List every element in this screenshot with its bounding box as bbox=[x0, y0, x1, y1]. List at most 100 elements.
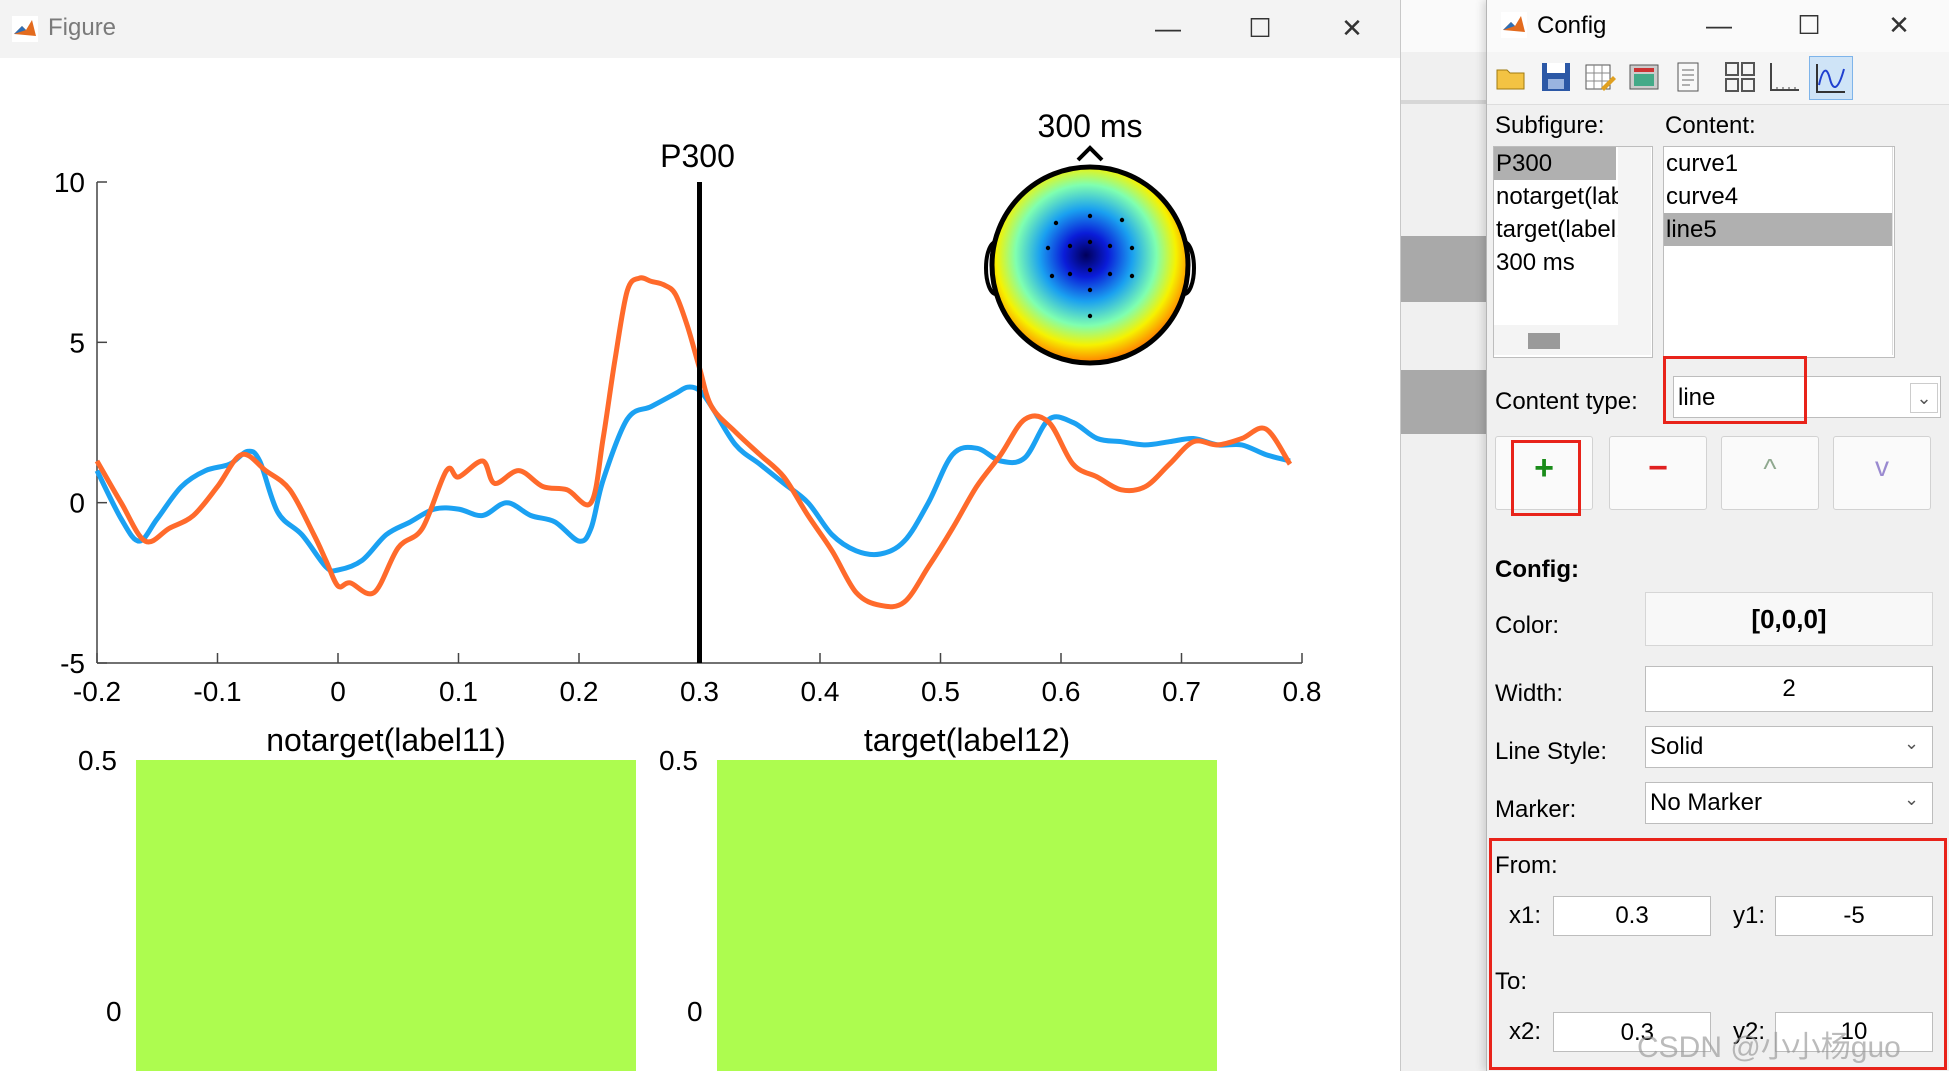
chevron-up-icon: ^ bbox=[1763, 453, 1777, 484]
config-window-title: Config bbox=[1537, 12, 1607, 39]
content-item[interactable]: line5 bbox=[1664, 213, 1892, 246]
document-icon[interactable] bbox=[1671, 60, 1705, 94]
head-outline bbox=[989, 164, 1191, 366]
electrode-dot bbox=[1107, 271, 1113, 277]
width-label: Width: bbox=[1495, 680, 1564, 707]
x-tick-label: -0.1 bbox=[193, 676, 241, 707]
subfigure-scrollbar-horizontal[interactable] bbox=[1494, 325, 1618, 355]
maximize-button[interactable]: ☐ bbox=[1789, 5, 1829, 45]
close-button[interactable]: ✕ bbox=[1332, 8, 1372, 48]
save-icon[interactable] bbox=[1539, 60, 1573, 94]
electrode-dot bbox=[1087, 213, 1093, 219]
x-tick-label: 0.4 bbox=[801, 676, 840, 707]
minimize-button[interactable]: — bbox=[1148, 8, 1188, 48]
target-panel-title: target(label12) bbox=[863, 722, 1071, 758]
line-style-dropdown[interactable]: Solid ⌄ bbox=[1645, 726, 1933, 768]
chevron-down-icon: ⌄ bbox=[1904, 733, 1920, 753]
electrode-dot bbox=[1087, 287, 1093, 293]
marker-value: No Marker bbox=[1650, 789, 1763, 816]
subfigure-item[interactable]: notarget(label11) bbox=[1494, 180, 1618, 213]
watermark-text: CSDN @小小杨guo bbox=[1637, 1031, 1901, 1064]
move-up-button[interactable]: ^ bbox=[1721, 436, 1819, 510]
target-bar-fill bbox=[717, 760, 1217, 1071]
content-label: Content: bbox=[1665, 112, 1756, 139]
electrode-dot bbox=[1087, 239, 1093, 245]
electrode-dot bbox=[1087, 313, 1093, 319]
bg-titlebar bbox=[1401, 0, 1496, 52]
topomap-300ms[interactable] bbox=[980, 140, 1200, 380]
minus-icon: − bbox=[1648, 449, 1668, 487]
x-tick-label: 0.6 bbox=[1042, 676, 1081, 707]
target-y-tick-bottom: 0 bbox=[687, 996, 703, 1027]
subfigure-item[interactable]: P300 bbox=[1494, 147, 1616, 180]
x-tick-label: 0.5 bbox=[921, 676, 960, 707]
subfigure-item[interactable]: 300 ms bbox=[1494, 246, 1618, 279]
x-tick-label: 0.3 bbox=[680, 676, 719, 707]
move-down-button[interactable]: v bbox=[1833, 436, 1931, 510]
content-item[interactable]: curve1 bbox=[1664, 147, 1892, 180]
config-heading: Config: bbox=[1495, 556, 1579, 583]
maximize-button[interactable]: ☐ bbox=[1240, 8, 1280, 48]
matlab-logo-icon bbox=[1501, 12, 1527, 38]
notarget-panel-area[interactable] bbox=[136, 760, 636, 1071]
close-button[interactable]: ✕ bbox=[1879, 5, 1919, 45]
electrode-dot bbox=[1119, 217, 1125, 223]
chevron-down-icon: ⌄ bbox=[1904, 789, 1920, 809]
marker-dropdown[interactable]: No Marker ⌄ bbox=[1645, 782, 1933, 824]
scrollbar-thumb[interactable] bbox=[1528, 333, 1560, 349]
subfigure-label: Subfigure: bbox=[1495, 112, 1605, 139]
y-tick-label: 5 bbox=[69, 327, 85, 358]
content-scrollbar-edge bbox=[1892, 147, 1893, 355]
topomap-title: 300 ms bbox=[1037, 108, 1143, 144]
config-window: Config — ☐ ✕ Subfigure: P300 notarget(la… bbox=[1486, 0, 1949, 1071]
layout-grid-icon[interactable] bbox=[1723, 60, 1757, 94]
matlab-logo-icon bbox=[12, 16, 38, 42]
subfigure-listbox[interactable]: P300 notarget(label11) target(label12) 3… bbox=[1493, 146, 1653, 358]
electrode-dot bbox=[1049, 273, 1055, 279]
marker-label: Marker: bbox=[1495, 796, 1577, 823]
line-style-label: Line Style: bbox=[1495, 738, 1608, 765]
minimize-button[interactable]: — bbox=[1699, 5, 1739, 45]
x-tick-label: 0.2 bbox=[560, 676, 599, 707]
line-style-value: Solid bbox=[1650, 733, 1704, 760]
electrode-dot bbox=[1053, 220, 1059, 226]
curve-plot-icon bbox=[1816, 64, 1845, 93]
electrode-dot bbox=[1107, 243, 1113, 249]
electrode-dot bbox=[1045, 245, 1051, 251]
config-toolbar bbox=[1487, 52, 1949, 105]
color-label: Color: bbox=[1495, 612, 1560, 639]
bg-gray-bar-bottom bbox=[1401, 370, 1496, 434]
edit-grid-icon[interactable] bbox=[1583, 60, 1617, 94]
y-tick-label: 0 bbox=[69, 488, 85, 519]
background-window-strip bbox=[1401, 0, 1496, 1071]
export-icon[interactable] bbox=[1627, 60, 1661, 94]
config-titlebar: Config — ☐ ✕ bbox=[1487, 0, 1949, 52]
content-listbox[interactable]: curve1 curve4 line5 bbox=[1663, 146, 1895, 358]
axes-icon[interactable] bbox=[1767, 60, 1801, 94]
remove-content-button[interactable]: − bbox=[1609, 436, 1707, 510]
x-tick-label: 0.7 bbox=[1162, 676, 1201, 707]
y-tick-label: -5 bbox=[60, 648, 85, 679]
color-picker-button[interactable]: [0,0,0] bbox=[1645, 592, 1933, 646]
electrode-dot bbox=[1087, 267, 1093, 273]
nose-shape bbox=[1076, 145, 1104, 162]
notarget-bar-fill bbox=[136, 760, 636, 1071]
x-tick-label: 0.8 bbox=[1283, 676, 1322, 707]
open-folder-icon[interactable] bbox=[1495, 60, 1529, 94]
notarget-y-tick-top: 0.5 bbox=[78, 745, 117, 776]
subfigure-scrollbar-vertical[interactable] bbox=[1618, 147, 1651, 355]
bg-gray-bar-top bbox=[1401, 236, 1496, 302]
curve-plot-button[interactable] bbox=[1809, 56, 1853, 100]
electrode-dot bbox=[1129, 273, 1135, 279]
chevron-down-icon: v bbox=[1875, 451, 1889, 482]
width-input[interactable]: 2 bbox=[1645, 666, 1933, 712]
subfigure-item[interactable]: target(label12) bbox=[1494, 213, 1618, 246]
notarget-y-tick-bottom: 0 bbox=[106, 996, 122, 1027]
electrode-dot bbox=[1067, 243, 1073, 249]
target-panel-area[interactable] bbox=[717, 760, 1217, 1071]
figure-window-title: Figure bbox=[48, 14, 117, 41]
content-item[interactable]: curve4 bbox=[1664, 180, 1892, 213]
electrode-dot bbox=[1129, 245, 1135, 251]
figure-window: Figure — ☐ ✕ -0.2 -0.1 0 0.1 0.2 0.3 0.4 0.5 0.6… bbox=[0, 0, 1401, 1071]
electrode-dot bbox=[1067, 271, 1073, 277]
